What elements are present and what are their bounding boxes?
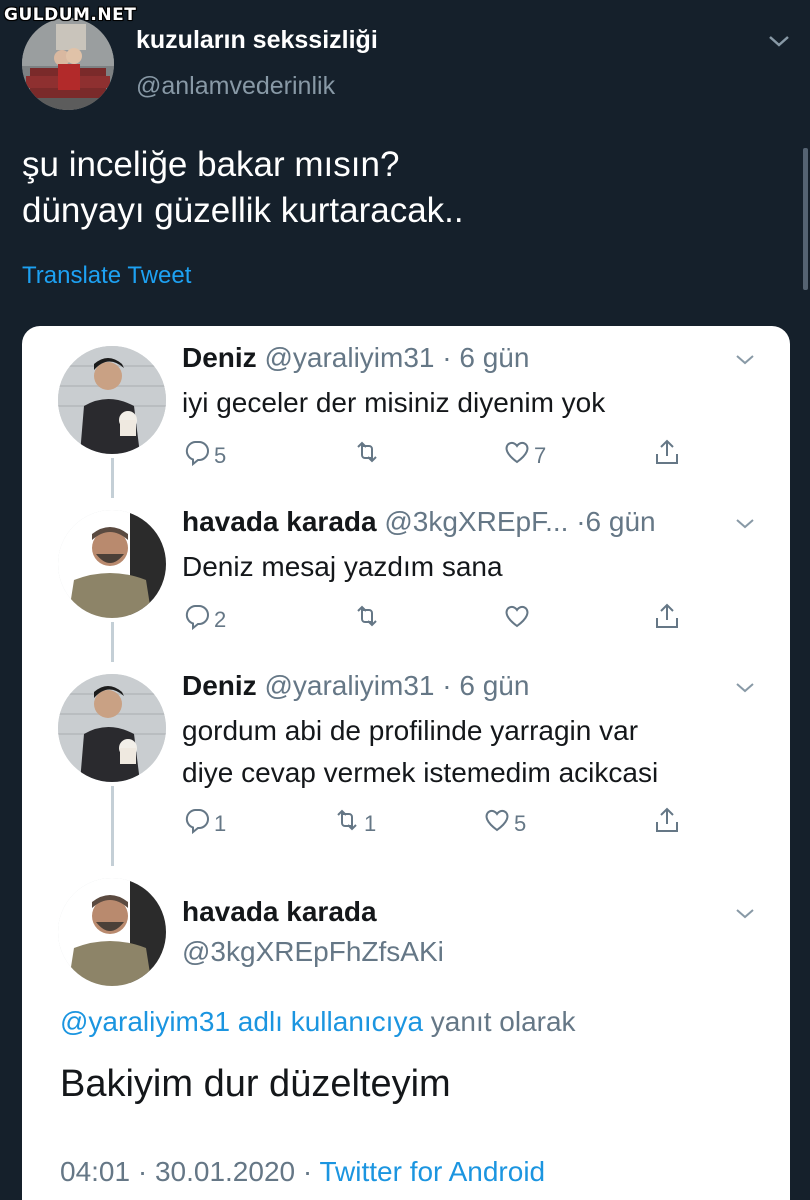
tweet-source-link[interactable]: Twitter for Android [319,1156,545,1187]
reply-count: 2 [214,607,227,632]
replying-to-link[interactable]: @yaraliyim31 adlı kullanıcıya [60,1006,423,1037]
reply-button[interactable]: 5 [182,436,226,468]
chevron-down-icon[interactable] [734,906,756,922]
reply-icon [185,441,209,467]
tweet-header: Deniz @yaraliyim31 · 6 gün [182,342,529,374]
thread-connector [111,622,114,662]
retweet-count: 1 [364,811,377,836]
translate-tweet-link[interactable]: Translate Tweet [22,262,191,290]
chevron-down-icon[interactable] [766,32,792,50]
avatar[interactable] [58,878,166,986]
share-button[interactable] [652,600,682,632]
like-button[interactable]: 7 [502,436,546,468]
like-count: 7 [534,443,547,468]
retweet-button[interactable] [352,436,384,468]
share-icon [656,807,678,832]
tweet-text: şu inceliğe bakar mısın? dünyayı güzelli… [22,142,464,234]
like-button[interactable] [502,600,534,632]
quoted-screenshot-card: Deniz @yaraliyim31 · 6 gün iyi geceler d… [22,326,790,1200]
tweet-body-line: Deniz mesaj yazdım sana [182,551,503,582]
tweet-author-handle[interactable]: @yaraliyim31 [264,342,434,373]
reply-button[interactable]: 1 [182,804,226,836]
tweet-actions: 2 [182,600,682,632]
tweet-body: iyi geceler der misiniz diyenim yok [182,382,605,424]
chevron-down-icon[interactable] [734,516,756,532]
like-icon [505,441,529,464]
replying-to-suffix: yanıt olarak [423,1006,576,1037]
tweet-timestamp[interactable]: ·6 gün [576,506,655,537]
reply-count: 1 [214,811,227,836]
tweet-body-line: gordum abi de profilinde yarragin var [182,715,639,746]
avatar-image [58,510,166,618]
tweet-text-line: dünyayı güzellik kurtaracak.. [22,191,464,230]
avatar[interactable] [58,346,166,454]
tweet-timestamp[interactable]: · 6 gün [442,670,529,701]
author-avatar[interactable] [22,18,114,110]
reply-count: 5 [214,443,227,468]
tweet-author-handle[interactable]: @3kgXREpF... [384,506,568,537]
like-icon [485,809,509,832]
focal-timestamp[interactable]: 04:01 · 30.01.2020 · [60,1156,319,1187]
focal-author-handle[interactable]: @3kgXREpFhZfsAKi [182,936,444,968]
focal-tweet-text: Bakiyim dur düzelteyim [60,1063,451,1105]
scrollbar[interactable] [803,148,808,290]
watermark: GULDUM.NET [4,5,137,25]
retweet-icon [337,809,357,831]
tweet-author-name[interactable]: Deniz [182,670,257,701]
focal-tweet-meta: 04:01 · 30.01.2020 · Twitter for Android [60,1156,545,1188]
tweet-author-name[interactable]: Deniz [182,342,257,373]
like-count: 5 [514,811,527,836]
avatar[interactable] [58,674,166,782]
thread-connector [111,786,114,866]
avatar-image [58,346,166,454]
tweet-actions: 5 7 [182,436,682,468]
tweet-author-handle[interactable]: @yaraliyim31 [264,670,434,701]
retweet-button[interactable] [352,600,384,632]
tweet-timestamp[interactable]: · 6 gün [442,342,529,373]
like-icon [505,605,529,628]
avatar-image [58,878,166,986]
avatar[interactable] [58,510,166,618]
tweet-body: Deniz mesaj yazdım sana [182,546,503,588]
chevron-down-icon[interactable] [734,352,756,368]
share-button[interactable] [652,804,682,836]
author-name[interactable]: kuzuların sekssizliği [136,26,378,55]
retweet-icon [357,605,377,627]
tweet-text-line: şu inceliğe bakar mısın? [22,145,400,184]
focal-author-name[interactable]: havada karada [182,896,377,928]
thread-connector [111,458,114,498]
author-handle[interactable]: @anlamvederinlik [136,72,335,101]
focal-tweet-header [22,878,790,988]
avatar-image [58,674,166,782]
retweet-icon [357,441,377,463]
tweet-author-name[interactable]: havada karada [182,506,377,537]
tweet-actions: 1 1 5 [182,804,682,836]
avatar-image [22,18,114,110]
share-button[interactable] [652,436,682,468]
share-icon [656,439,678,464]
tweet-header: havada karada @3kgXREpF... ·6 gün [182,506,656,538]
reply-button[interactable]: 2 [182,600,226,632]
replying-to: @yaraliyim31 adlı kullanıcıya yanıt olar… [60,1006,576,1038]
tweet-body-line: diye cevap vermek istemedim acikcasi [182,757,659,788]
share-icon [656,603,678,628]
reply-icon [185,809,209,835]
retweet-button[interactable]: 1 [332,804,376,836]
reply-icon [185,605,209,631]
tweet-body: gordum abi de profilinde yarragin var di… [182,710,658,794]
like-button[interactable]: 5 [482,804,526,836]
chevron-down-icon[interactable] [734,680,756,696]
tweet-body-line: iyi geceler der misiniz diyenim yok [182,387,606,418]
tweet-header: Deniz @yaraliyim31 · 6 gün [182,670,529,702]
